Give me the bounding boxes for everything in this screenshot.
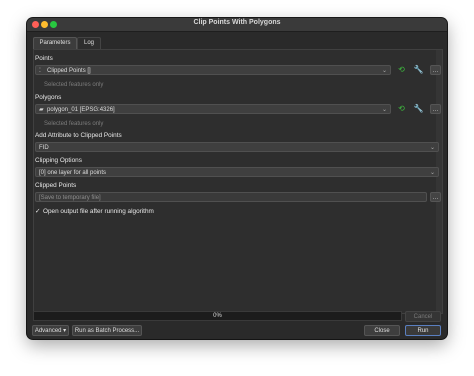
clipping-options-combo[interactable]: [0] one layer for all points ⌄ [35,167,439,177]
cancel-button[interactable]: Cancel [405,311,441,322]
iterate-icon[interactable]: ⟲ [396,104,407,114]
checkmark-icon: ✓ [35,208,41,215]
chevron-down-icon: ⌄ [381,68,387,74]
clipping-options-label: Clipping Options [35,157,82,164]
chevron-down-icon: ⌄ [429,170,435,176]
chevron-down-icon: ⌄ [381,107,387,113]
progress-bar: 0% [33,311,402,321]
polygons-combo[interactable]: ▰ polygon_01 [EPSG:4326] ⌄ [35,104,391,114]
dialog-window: Clip Points With Polygons Parameters Log… [27,18,447,339]
add-attribute-value: FID [39,145,49,151]
title-bar: Clip Points With Polygons [27,18,447,32]
open-output-label: Open output file after running algorithm [43,208,154,215]
polygons-selected-only[interactable]: Selected features only [44,121,103,127]
panel-scrollbar[interactable] [436,50,442,313]
advanced-button[interactable]: Advanced ▾ [32,325,69,336]
window-title: Clip Points With Polygons [193,19,281,26]
add-attribute-label: Add Attribute to Clipped Points [35,132,122,139]
ellipsis-icon[interactable]: … [430,192,441,202]
ellipsis-icon[interactable]: … [430,104,441,114]
run-button[interactable]: Run [405,325,441,336]
clipping-options-value: [0] one layer for all points [39,170,107,176]
chevron-down-icon: ⌄ [429,145,435,151]
points-combo-value: Clipped Points [] [47,68,91,74]
wrench-icon[interactable]: 🔧 [413,104,424,114]
point-layer-icon: ⁚ [39,68,41,74]
output-file-field[interactable]: [Save to temporary file] [35,192,427,202]
run-batch-button[interactable]: Run as Batch Process... [72,325,142,336]
clipped-points-label: Clipped Points [35,182,77,189]
wrench-icon[interactable]: 🔧 [413,65,424,75]
close-button[interactable]: Close [364,325,400,336]
points-label: Points [35,55,53,62]
polygon-layer-icon: ▰ [39,107,44,113]
tab-log[interactable]: Log [77,37,101,49]
polygons-label: Polygons [35,94,62,101]
points-selected-only[interactable]: Selected features only [44,82,103,88]
chevron-down-icon: ▾ [63,328,67,334]
points-combo[interactable]: ⁚ Clipped Points [] ⌄ [35,65,391,75]
tab-parameters[interactable]: Parameters [33,37,77,49]
parameters-panel: Points ⁚ Clipped Points [] ⌄ ⟲ 🔧 … Select… [33,49,443,314]
advanced-label: Advanced [34,328,62,334]
open-output-checkbox[interactable]: ✓ Open output file after running algorith… [35,207,154,215]
polygons-combo-value: polygon_01 [EPSG:4326] [47,107,115,113]
add-attribute-combo[interactable]: FID ⌄ [35,142,439,152]
iterate-icon[interactable]: ⟲ [396,65,407,75]
ellipsis-icon[interactable]: … [430,65,441,75]
progress-percent: 0% [213,313,222,319]
